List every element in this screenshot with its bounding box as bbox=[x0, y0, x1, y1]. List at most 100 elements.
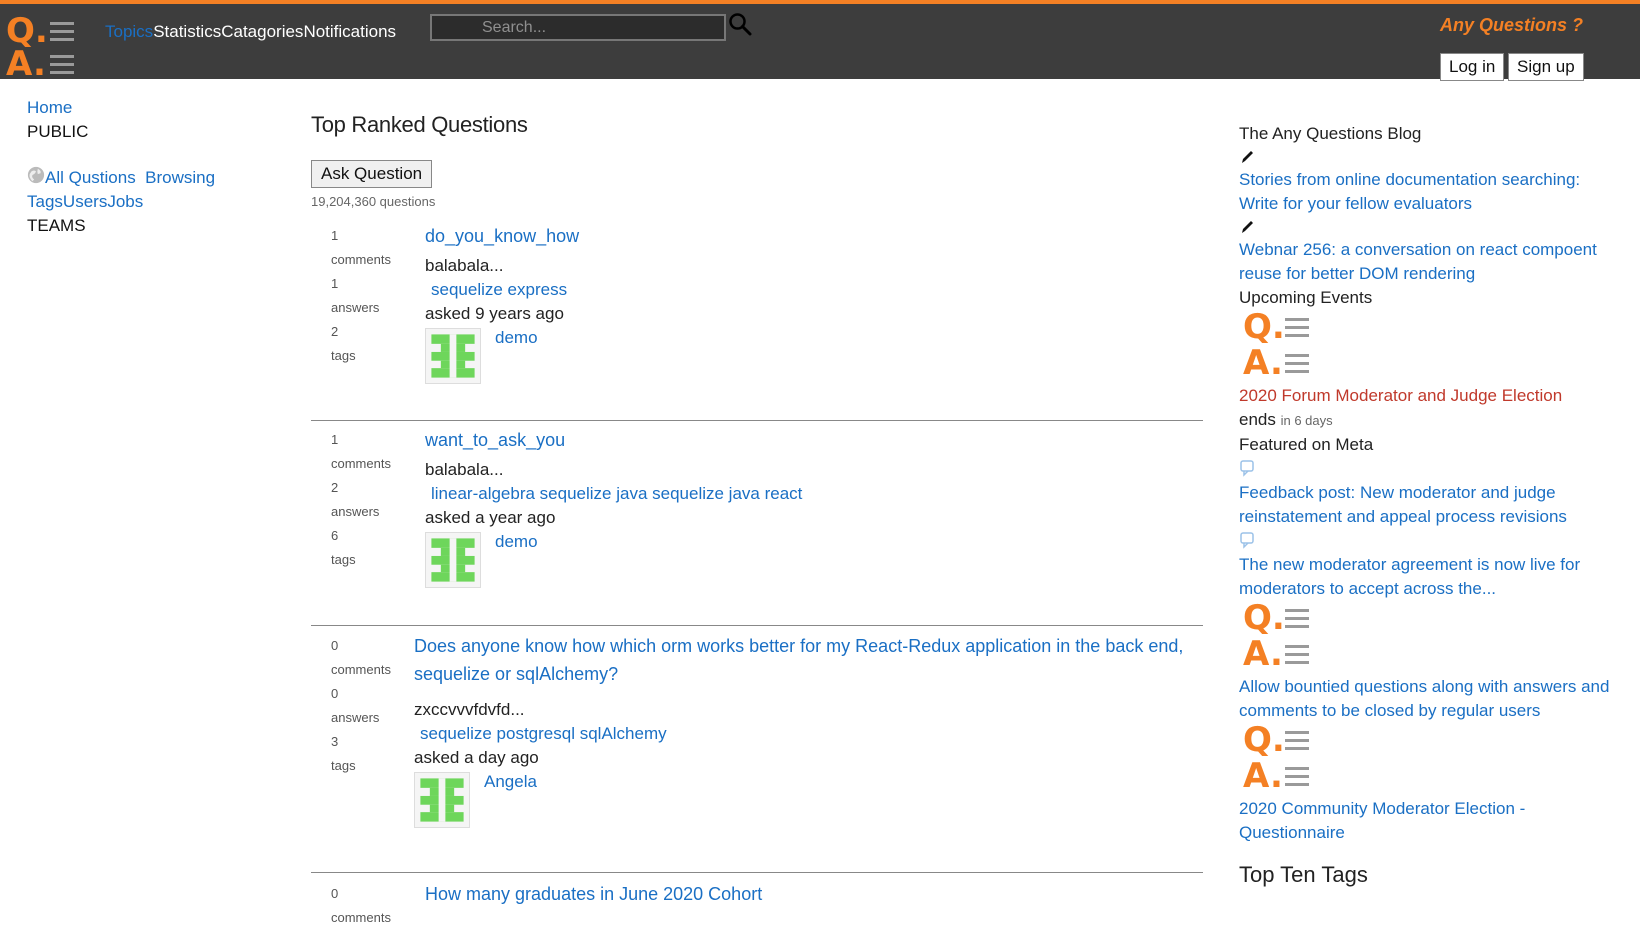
brand-tagline: Any Questions ? bbox=[1440, 15, 1584, 35]
top-tags-heading: Top Ten Tags bbox=[1239, 862, 1368, 887]
question-tags[interactable]: sequelize express bbox=[425, 280, 567, 299]
nav-categories[interactable]: Catagories bbox=[221, 22, 303, 42]
left-sidebar: Home PUBLIC All Qustions Browsing TagsUs… bbox=[27, 96, 215, 238]
tags-label: tags bbox=[331, 758, 356, 773]
login-button[interactable]: Log in bbox=[1440, 53, 1505, 81]
signup-button[interactable]: Sign up bbox=[1508, 53, 1584, 81]
site-logo[interactable]: Q. A. bbox=[6, 11, 76, 84]
question-stats: 0 comments 0 answers 3 tags bbox=[331, 634, 411, 778]
event-link[interactable]: 2020 Forum Moderator and Judge Election bbox=[1239, 384, 1619, 408]
question-title-link[interactable]: How many graduates in June 2020 Cohort bbox=[425, 882, 762, 906]
logo-lines-icon bbox=[1285, 645, 1309, 669]
logo-q: Q. bbox=[1243, 598, 1285, 638]
logo-q: Q. bbox=[1243, 307, 1285, 347]
tag-count: 6 bbox=[331, 528, 339, 543]
main-content: Top Ranked Questions Ask Question 19,204… bbox=[311, 112, 1203, 925]
comments-label: comments bbox=[331, 662, 391, 677]
question-tags[interactable]: sequelize postgresql sqlAlchemy bbox=[414, 724, 667, 743]
tags-label: tags bbox=[331, 348, 356, 363]
sidebar-item-all-questions[interactable]: All Qustions bbox=[45, 168, 136, 187]
sidebar-heading-teams: TEAMS bbox=[27, 216, 86, 235]
meta-post-link[interactable]: Feedback post: New moderator and judge r… bbox=[1239, 481, 1619, 529]
comment-count: 0 bbox=[331, 638, 339, 653]
logo-a: A. bbox=[1243, 634, 1283, 674]
logo-lines-icon bbox=[1285, 609, 1309, 633]
question-body: How many graduates in June 2020 Cohort bbox=[425, 882, 762, 906]
user-avatar[interactable] bbox=[414, 772, 470, 828]
pencil-icon bbox=[1242, 221, 1253, 233]
answers-label: answers bbox=[331, 504, 380, 519]
question-excerpt: balabala... bbox=[425, 256, 504, 275]
right-sidebar: The Any Questions Blog Stories from onli… bbox=[1239, 122, 1619, 887]
user-name-link[interactable]: demo bbox=[495, 530, 538, 554]
asked-time: asked a day ago bbox=[414, 748, 539, 767]
logo-lines-icon bbox=[1285, 354, 1309, 378]
sidebar-item-jobs[interactable]: Jobs bbox=[107, 192, 143, 211]
asked-time: asked a year ago bbox=[425, 508, 556, 527]
answer-count: 2 bbox=[331, 480, 339, 495]
tag-count: 3 bbox=[331, 734, 339, 749]
sidebar-item-home[interactable]: Home bbox=[27, 98, 72, 117]
search-input[interactable] bbox=[430, 14, 726, 41]
blog-post-link[interactable]: Webnar 256: a conversation on react comp… bbox=[1239, 238, 1619, 286]
question-tags[interactable]: linear-algebra sequelize java sequelize … bbox=[425, 484, 802, 503]
tags-label: tags bbox=[331, 552, 356, 567]
user-name-link[interactable]: Angela bbox=[484, 770, 537, 794]
question-body: Does anyone know how which orm works bet… bbox=[414, 632, 1194, 830]
meta-post-link[interactable]: The new moderator agreement is now live … bbox=[1239, 553, 1619, 601]
comment-count: 1 bbox=[331, 228, 339, 243]
site-logo-icon: Q. A. bbox=[1241, 723, 1311, 796]
question-stats: 0 comments bbox=[331, 882, 411, 930]
question-title-link[interactable]: do_you_know_how bbox=[425, 224, 579, 248]
user-avatar[interactable] bbox=[425, 328, 481, 384]
meta-heading: Featured on Meta bbox=[1239, 435, 1374, 454]
search-icon[interactable] bbox=[728, 12, 752, 36]
site-logo-icon: Q. A. bbox=[1241, 307, 1311, 382]
site-logo-icon: Q. A. bbox=[1241, 598, 1311, 674]
question-body: want_to_ask_you balabala... linear-algeb… bbox=[425, 428, 802, 590]
question-user: demo bbox=[425, 530, 802, 590]
question-count: 19,204,360 questions bbox=[311, 194, 436, 209]
nav-notifications[interactable]: Notifications bbox=[303, 22, 396, 42]
asked-time: asked 9 years ago bbox=[425, 304, 564, 323]
speech-bubble-icon bbox=[1240, 532, 1254, 549]
question-stats: 1 comments 2 answers 6 tags bbox=[331, 428, 411, 572]
pencil-icon bbox=[1242, 151, 1253, 163]
question-title-link[interactable]: Does anyone know how which orm works bet… bbox=[414, 632, 1194, 688]
globe-icon bbox=[27, 166, 45, 184]
user-avatar[interactable] bbox=[425, 532, 481, 588]
sidebar-item-browsing[interactable]: Browsing bbox=[140, 168, 215, 187]
logo-lines-icon bbox=[1285, 318, 1309, 342]
sidebar-item-tags[interactable]: Tags bbox=[27, 192, 63, 211]
ask-question-button[interactable]: Ask Question bbox=[311, 160, 433, 188]
nav-topics[interactable]: Topics bbox=[105, 22, 153, 42]
question-item: 0 comments 0 answers 3 tags Does anyone … bbox=[311, 632, 1203, 873]
user-name-link[interactable]: demo bbox=[495, 326, 538, 350]
comments-label: comments bbox=[331, 910, 391, 925]
answer-count: 0 bbox=[331, 686, 339, 701]
meta-post-link[interactable]: Allow bountied questions along with answ… bbox=[1239, 675, 1619, 723]
sidebar-item-users[interactable]: Users bbox=[63, 192, 107, 211]
comment-count: 1 bbox=[331, 432, 339, 447]
answer-count: 1 bbox=[331, 276, 339, 291]
nav-statistics[interactable]: Statistics bbox=[153, 22, 221, 42]
logo-a: A. bbox=[1243, 756, 1283, 796]
question-user: Angela bbox=[414, 770, 1194, 830]
blog-post-link[interactable]: Stories from online documentation search… bbox=[1239, 168, 1619, 216]
question-item: 1 comments 1 answers 2 tags do_you_know_… bbox=[311, 224, 1203, 421]
question-stats: 1 comments 1 answers 2 tags bbox=[331, 224, 411, 368]
question-title-link[interactable]: want_to_ask_you bbox=[425, 428, 802, 452]
meta-post-link[interactable]: 2020 Community Moderator Election - Ques… bbox=[1239, 797, 1619, 845]
blog-heading: The Any Questions Blog bbox=[1239, 124, 1422, 143]
question-item: 0 comments How many graduates in June 20… bbox=[311, 880, 1203, 940]
question-excerpt: balabala... bbox=[425, 460, 504, 479]
question-body: do_you_know_how balabala... sequelize ex… bbox=[425, 224, 579, 386]
logo-a: A. bbox=[6, 44, 46, 84]
question-user: demo bbox=[425, 326, 579, 386]
logo-q: Q. bbox=[6, 11, 48, 51]
events-heading: Upcoming Events bbox=[1239, 288, 1373, 307]
comments-label: comments bbox=[331, 456, 391, 471]
logo-lines-icon bbox=[1285, 767, 1309, 791]
logo-lines-icon bbox=[1285, 731, 1309, 755]
logo-lines-icon bbox=[50, 22, 74, 46]
